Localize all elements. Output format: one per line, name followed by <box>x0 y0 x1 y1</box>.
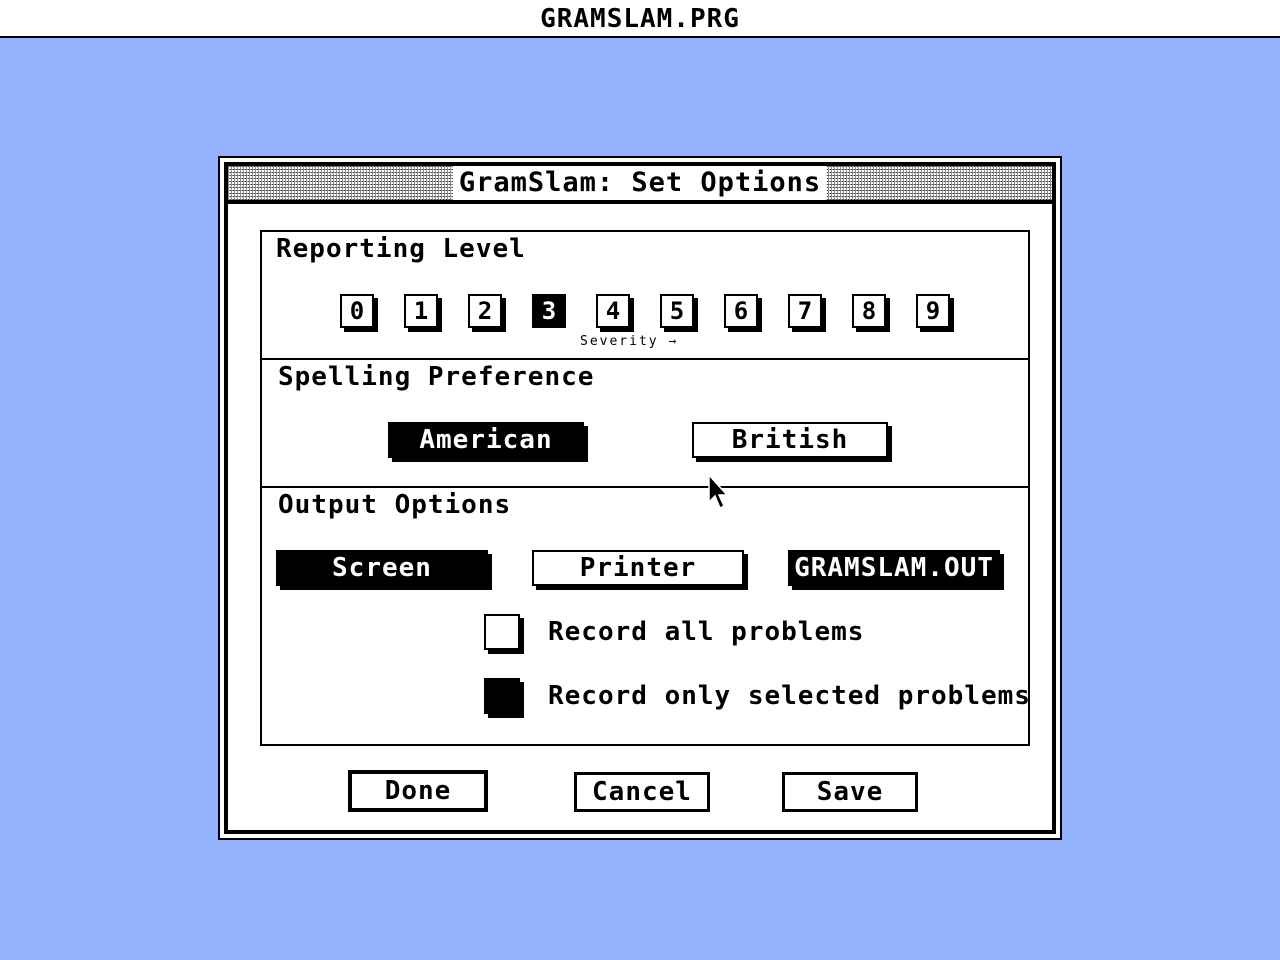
file-output-button[interactable]: GRAMSLAM.OUT <box>788 550 1000 586</box>
save-button[interactable]: Save <box>782 772 918 812</box>
level-8-button[interactable]: 8 <box>852 294 886 328</box>
severity-caption: Severity → <box>580 334 679 349</box>
done-button[interactable]: Done <box>348 770 488 812</box>
app-title: GRAMSLAM.PRG <box>540 4 740 34</box>
printer-button[interactable]: Printer <box>532 550 744 586</box>
record-selected-label[interactable]: Record only selected problems <box>548 678 1031 714</box>
reporting-level-label: Reporting Level <box>276 234 526 264</box>
mouse-pointer-icon <box>708 474 729 510</box>
level-7-button[interactable]: 7 <box>788 294 822 328</box>
american-button[interactable]: American <box>388 422 584 458</box>
screen-button[interactable]: Screen <box>276 550 488 586</box>
spelling-preference-label: Spelling Preference <box>278 362 595 392</box>
level-6-button[interactable]: 6 <box>724 294 758 328</box>
level-3-button[interactable]: 3 <box>532 294 566 328</box>
level-1-button[interactable]: 1 <box>404 294 438 328</box>
record-all-label[interactable]: Record all problems <box>548 614 864 650</box>
cancel-button[interactable]: Cancel <box>574 772 710 812</box>
level-4-button[interactable]: 4 <box>596 294 630 328</box>
british-button[interactable]: British <box>692 422 888 458</box>
dialog-title-bar[interactable]: GramSlam: Set Options <box>228 166 1052 204</box>
app-title-bar: GRAMSLAM.PRG <box>0 0 1280 38</box>
dialog-frame: GramSlam: Set Options Reporting Level 01… <box>224 162 1056 834</box>
level-9-button[interactable]: 9 <box>916 294 950 328</box>
options-dialog: GramSlam: Set Options Reporting Level 01… <box>218 156 1062 840</box>
level-2-button[interactable]: 2 <box>468 294 502 328</box>
level-5-button[interactable]: 5 <box>660 294 694 328</box>
record-all-checkbox[interactable] <box>484 614 520 650</box>
options-panel: Reporting Level 0123456789 Severity → Sp… <box>260 230 1030 746</box>
record-selected-checkbox[interactable] <box>484 678 520 714</box>
output-options-label: Output Options <box>278 490 512 520</box>
dialog-title: GramSlam: Set Options <box>452 166 828 200</box>
level-0-button[interactable]: 0 <box>340 294 374 328</box>
